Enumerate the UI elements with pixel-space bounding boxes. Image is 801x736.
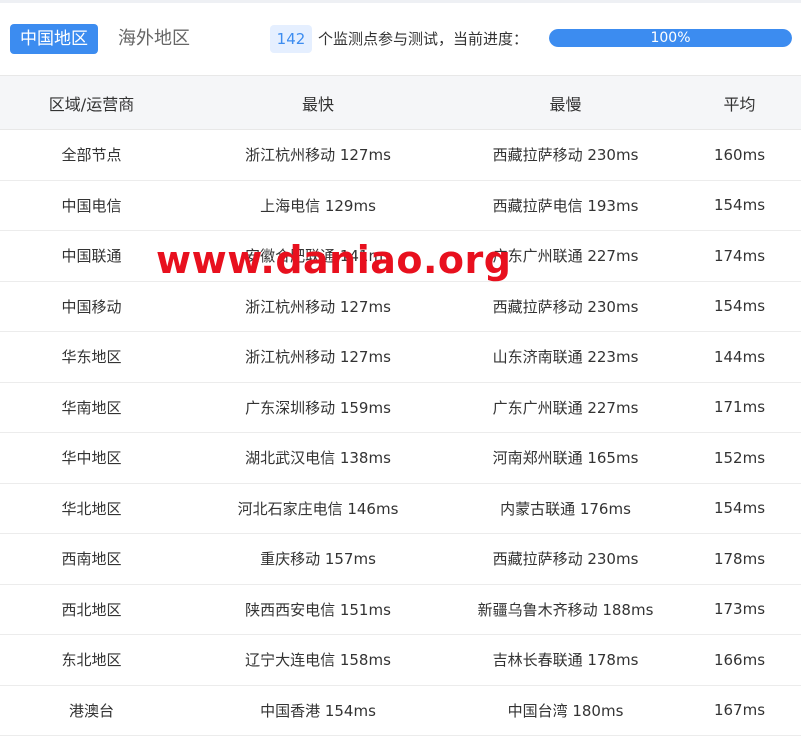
cell-average: 152ms: [678, 432, 801, 484]
header-region: 区域/运营商: [0, 75, 183, 130]
cell-region: 华北地区: [0, 483, 183, 534]
table-row: 华南地区 广东深圳移动 159ms 广东广州联通 227ms 171ms: [0, 382, 801, 433]
cell-fastest: 浙江杭州移动 127ms: [183, 129, 453, 181]
monitor-count-badge: 142: [270, 25, 312, 53]
cell-fastest: 浙江杭州移动 127ms: [183, 281, 453, 332]
latency-table: 区域/运营商 最快 最慢 平均 全部节点 浙江杭州移动 127ms 西藏拉萨移动 2…: [0, 75, 801, 736]
cell-slowest: 内蒙古联通 176ms: [453, 483, 678, 534]
progress-description: 个监测点参与测试，当前进度：: [318, 30, 529, 48]
cell-fastest: 上海电信 129ms: [183, 180, 453, 231]
table-row: 东北地区 辽宁大连电信 158ms 吉林长春联通 178ms 166ms: [0, 634, 801, 686]
table-row: 中国电信 上海电信 129ms 西藏拉萨电信 193ms 154ms: [0, 180, 801, 231]
progress-percent-label: 100%: [650, 30, 691, 46]
cell-average: 178ms: [678, 533, 801, 585]
cell-region: 西南地区: [0, 533, 183, 585]
cell-region: 西北地区: [0, 584, 183, 635]
cell-fastest: 湖北武汉电信 138ms: [183, 432, 453, 484]
cell-average: 167ms: [678, 685, 801, 736]
cell-slowest: 中国台湾 180ms: [453, 685, 678, 736]
cell-region: 中国电信: [0, 180, 183, 231]
cell-slowest: 西藏拉萨移动 230ms: [453, 533, 678, 585]
table-row: 港澳台 中国香港 154ms 中国台湾 180ms 167ms: [0, 685, 801, 736]
cell-slowest: 河南郑州联通 165ms: [453, 432, 678, 484]
cell-fastest: 辽宁大连电信 158ms: [183, 634, 453, 686]
cell-average: 171ms: [678, 382, 801, 433]
cell-region: 中国联通: [0, 230, 183, 282]
cell-region: 东北地区: [0, 634, 183, 686]
cell-fastest: 中国香港 154ms: [183, 685, 453, 736]
cell-slowest: 西藏拉萨电信 193ms: [453, 180, 678, 231]
cell-region: 华南地区: [0, 382, 183, 433]
cell-region: 中国移动: [0, 281, 183, 332]
cell-fastest: 安徽合肥联通 141ms: [183, 230, 453, 282]
cell-average: 154ms: [678, 483, 801, 534]
cell-region: 华东地区: [0, 331, 183, 383]
header-bar: 中国地区 海外地区 142 个监测点参与测试，当前进度： 100%: [0, 3, 801, 75]
header-slowest: 最慢: [453, 75, 678, 130]
tab-overseas[interactable]: 海外地区: [108, 24, 200, 54]
cell-average: 154ms: [678, 180, 801, 231]
tab-china[interactable]: 中国地区: [10, 24, 98, 54]
header-average: 平均: [678, 75, 801, 130]
table-body: 全部节点 浙江杭州移动 127ms 西藏拉萨移动 230ms 160ms 中国电信 上海电…: [0, 129, 801, 736]
table-header-row: 区域/运营商 最快 最慢 平均: [0, 75, 801, 130]
cell-region: 港澳台: [0, 685, 183, 736]
header-fastest: 最快: [183, 75, 453, 130]
cell-fastest: 浙江杭州移动 127ms: [183, 331, 453, 383]
progress-bar: 100%: [549, 29, 792, 47]
cell-average: 144ms: [678, 331, 801, 383]
cell-average: 173ms: [678, 584, 801, 635]
cell-slowest: 新疆乌鲁木齐移动 188ms: [453, 584, 678, 635]
cell-fastest: 陕西西安电信 151ms: [183, 584, 453, 635]
cell-fastest: 河北石家庄电信 146ms: [183, 483, 453, 534]
cell-slowest: 广东广州联通 227ms: [453, 382, 678, 433]
table-row: 西北地区 陕西西安电信 151ms 新疆乌鲁木齐移动 188ms 173ms: [0, 584, 801, 635]
cell-region: 华中地区: [0, 432, 183, 484]
table-row: 华中地区 湖北武汉电信 138ms 河南郑州联通 165ms 152ms: [0, 432, 801, 484]
cell-slowest: 广东广州联通 227ms: [453, 230, 678, 282]
table-row: 中国移动 浙江杭州移动 127ms 西藏拉萨移动 230ms 154ms: [0, 281, 801, 332]
cell-slowest: 山东济南联通 223ms: [453, 331, 678, 383]
cell-fastest: 广东深圳移动 159ms: [183, 382, 453, 433]
cell-fastest: 重庆移动 157ms: [183, 533, 453, 585]
table-row: 全部节点 浙江杭州移动 127ms 西藏拉萨移动 230ms 160ms: [0, 129, 801, 181]
cell-slowest: 西藏拉萨移动 230ms: [453, 129, 678, 181]
table-header: 区域/运营商 最快 最慢 平均: [0, 75, 801, 130]
cell-average: 174ms: [678, 230, 801, 282]
table-row: 西南地区 重庆移动 157ms 西藏拉萨移动 230ms 178ms: [0, 533, 801, 585]
cell-average: 166ms: [678, 634, 801, 686]
table-row: 华北地区 河北石家庄电信 146ms 内蒙古联通 176ms 154ms: [0, 483, 801, 534]
cell-average: 160ms: [678, 129, 801, 181]
table-row: 中国联通 安徽合肥联通 141ms 广东广州联通 227ms 174ms: [0, 230, 801, 282]
cell-average: 154ms: [678, 281, 801, 332]
cell-region: 全部节点: [0, 129, 183, 181]
cell-slowest: 吉林长春联通 178ms: [453, 634, 678, 686]
cell-slowest: 西藏拉萨移动 230ms: [453, 281, 678, 332]
table-row: 华东地区 浙江杭州移动 127ms 山东济南联通 223ms 144ms: [0, 331, 801, 383]
